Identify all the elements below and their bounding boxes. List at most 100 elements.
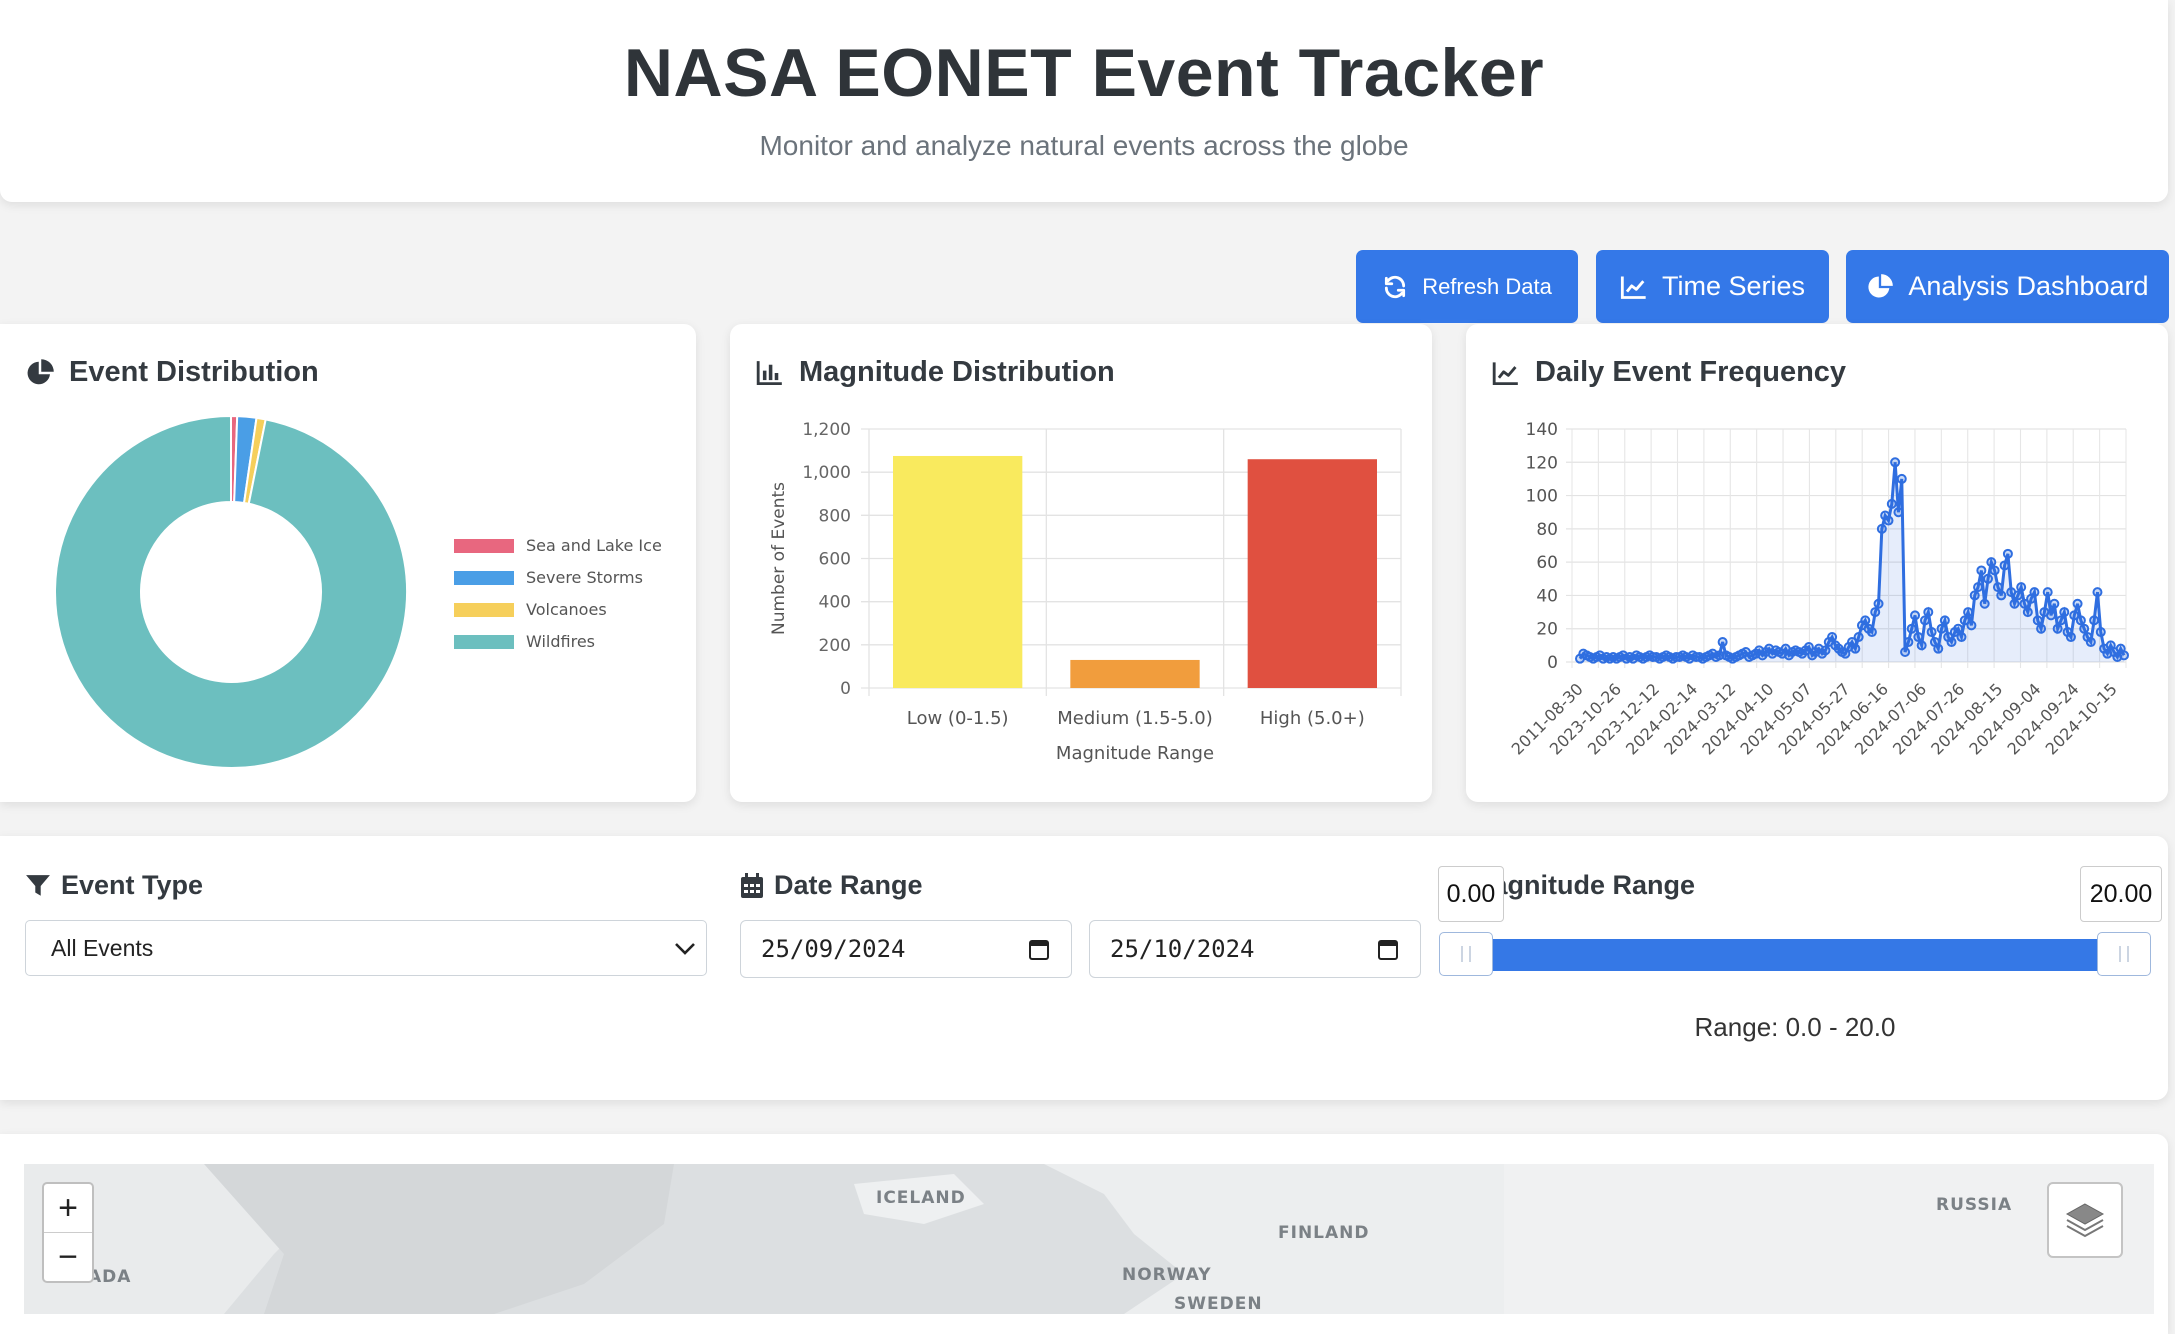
time-series-button[interactable]: Time Series <box>1596 250 1829 323</box>
zoom-out-button[interactable]: − <box>44 1233 92 1281</box>
y-tick-label: 120 <box>1526 453 1558 473</box>
y-tick-label: 0 <box>840 679 851 699</box>
data-point <box>1992 582 2003 593</box>
daily-frequency-chart: 0204060801001201402011-08-302023-10-2620… <box>1508 420 2129 759</box>
analysis-dashboard-button[interactable]: Analysis Dashboard <box>1846 250 2169 323</box>
data-point <box>2046 610 2057 621</box>
chevron-down-icon <box>675 943 695 955</box>
line-chart-icon <box>1620 276 1646 299</box>
event-map[interactable]: ICELAND FINLAND NORWAY SWEDEN RUSSIA ADA <box>24 1164 2154 1314</box>
refresh-data-button[interactable]: Refresh Data <box>1356 250 1578 323</box>
legend-item[interactable]: Volcanoes <box>454 600 607 619</box>
data-point <box>2016 582 2027 593</box>
data-point <box>1900 647 1911 658</box>
zoom-in-button[interactable]: + <box>44 1184 92 1233</box>
data-point <box>1919 615 1930 626</box>
data-point <box>2065 632 2076 643</box>
data-point <box>1870 607 1881 618</box>
legend-item[interactable]: Severe Storms <box>454 568 643 587</box>
magnitude-range-slider[interactable] <box>1445 939 2145 971</box>
data-point <box>2079 623 2090 634</box>
start-date-input[interactable]: 25/09/2024 <box>740 920 1072 978</box>
data-point <box>1853 632 1864 643</box>
legend-item[interactable]: Sea and Lake Ice <box>454 536 662 555</box>
data-point <box>1989 565 2000 576</box>
magnitude-max-value[interactable]: 20.00 <box>2080 866 2162 922</box>
legend-swatch <box>454 538 514 553</box>
y-tick-label: 1,000 <box>802 463 851 483</box>
data-point <box>2059 607 2070 618</box>
data-point <box>2089 615 2100 626</box>
bar <box>1247 459 1377 688</box>
magnitude-distribution-chart: 0 200 400 600 800 1,000 1,200 Low (0-1.5) Medium… <box>769 420 1402 764</box>
y-tick-label: 0 <box>1547 653 1558 673</box>
data-point <box>1850 643 1861 654</box>
bar <box>1070 659 1200 688</box>
data-point <box>1820 645 1831 656</box>
data-point <box>2032 615 2043 626</box>
data-point <box>1983 573 1993 584</box>
y-tick-label: 140 <box>1526 420 1558 440</box>
data-point <box>1976 565 1987 576</box>
end-date-input[interactable]: 25/10/2024 <box>1089 920 1421 978</box>
event-type-select[interactable]: All Events <box>25 920 707 976</box>
time-series-label: Time Series <box>1661 271 1806 301</box>
data-point <box>1876 523 1887 534</box>
calendar-icon[interactable] <box>1378 938 1398 960</box>
data-point <box>1939 615 1950 626</box>
magnitude-min-value[interactable]: 0.00 <box>1438 866 1504 922</box>
event-type-label: Event Type <box>25 870 203 901</box>
legend-item[interactable]: Wildfires <box>454 632 595 651</box>
y-tick-label: 200 <box>819 636 851 656</box>
pie-chart-icon <box>1868 273 1894 297</box>
data-point <box>1996 590 2007 601</box>
data-point <box>1873 598 1884 609</box>
data-point <box>2092 587 2103 598</box>
data-point <box>2002 548 2013 559</box>
map-label-norway: NORWAY <box>1122 1265 1212 1285</box>
y-tick-label: 20 <box>1536 620 1558 640</box>
event-type-label-text: Event Type <box>61 870 204 900</box>
date-range-label: Date Range <box>740 870 923 901</box>
magnitude-min-handle[interactable] <box>1439 932 1493 976</box>
event-distribution-chart <box>54 414 408 769</box>
data-point <box>1926 627 1937 638</box>
magnitude-range-readout: Range: 0.0 - 20.0 <box>1694 1012 1896 1042</box>
data-point <box>2055 615 2066 626</box>
data-point <box>1966 620 1977 631</box>
y-tick-label: 800 <box>819 506 851 526</box>
y-tick-label: 80 <box>1536 520 1558 540</box>
data-point <box>1883 515 1894 526</box>
y-tick-label: 600 <box>819 550 851 570</box>
map-label-russia: RUSSIA <box>1936 1195 2013 1215</box>
refresh-icon <box>1385 275 1406 298</box>
magnitude-distribution-card: Magnitude Distribution 0 200 400 600 800 1,00… <box>730 324 1432 802</box>
legend-swatch <box>454 602 514 617</box>
data-point <box>2009 598 2020 609</box>
event-distribution-card: Event Distribution Sea and Lake Ice Sever… <box>0 324 696 802</box>
map-land <box>24 1164 2154 1314</box>
data-point <box>1923 607 1934 618</box>
data-point <box>1999 560 2010 571</box>
calendar-icon <box>741 872 763 898</box>
y-tick-label: 400 <box>819 593 851 613</box>
filters-panel: Event Type All Events Date Range 25/09/2… <box>0 836 2168 1100</box>
daily-frequency-card: Daily Event Frequency 0 20 40 60 80 100 120 140… <box>1466 324 2168 802</box>
calendar-icon[interactable] <box>1029 938 1049 960</box>
data-point <box>1890 457 1901 468</box>
y-tick-label: 40 <box>1536 586 1558 606</box>
data-point <box>2072 598 2083 609</box>
legend-label: Severe Storms <box>526 568 643 587</box>
page-subtitle: Monitor and analyze natural events acros… <box>759 130 1409 161</box>
analysis-dashboard-label: Analysis Dashboard <box>1908 271 2149 301</box>
legend-label: Sea and Lake Ice <box>526 536 662 555</box>
data-point <box>2036 623 2047 634</box>
x-axis-label: Magnitude Range <box>1056 743 1214 764</box>
y-tick-label: 100 <box>1526 487 1558 507</box>
map-card: ICELAND FINLAND NORWAY SWEDEN RUSSIA ADA <box>0 1134 2168 1334</box>
data-point <box>1903 637 1914 648</box>
map-layers-button[interactable] <box>2047 1182 2123 1258</box>
data-point <box>1963 607 1974 618</box>
magnitude-max-handle[interactable] <box>2097 932 2151 976</box>
filter-icon <box>26 874 50 896</box>
